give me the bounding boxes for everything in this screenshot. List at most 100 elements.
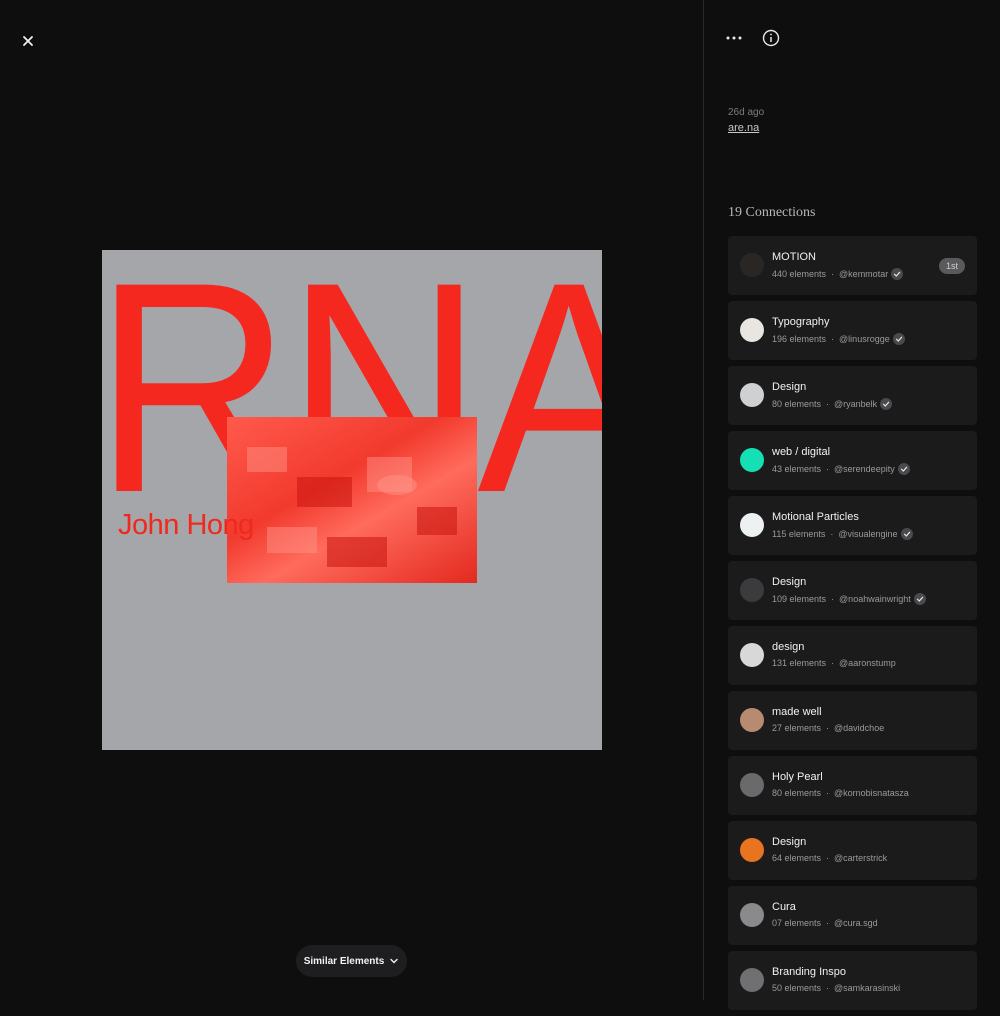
artwork-photo xyxy=(227,417,477,583)
connection-card[interactable]: Motional Particles 115 elements · @visualen… xyxy=(728,496,977,555)
connection-card[interactable]: made well 27 elements · @davidchoe xyxy=(728,691,977,750)
channel-owner[interactable]: @cura.sgd xyxy=(834,918,878,928)
channel-owner[interactable]: @carterstrick xyxy=(834,853,887,863)
channel-meta: 64 elements · @carterstrick xyxy=(772,853,887,863)
similar-elements-button[interactable]: Similar Elements xyxy=(296,945,407,977)
avatar xyxy=(740,643,764,667)
avatar xyxy=(740,903,764,927)
channel-meta: 50 elements · @samkarasinski xyxy=(772,983,900,993)
channel-name: Holy Pearl xyxy=(772,771,823,783)
separator-dot: · xyxy=(826,464,830,474)
connection-card[interactable]: Holy Pearl 80 elements · @kornobisnatasza xyxy=(728,756,977,815)
channel-owner[interactable]: @davidchoe xyxy=(834,723,884,733)
channel-owner[interactable]: @kemmotar xyxy=(839,269,888,279)
connections-list: MOTION 440 elements · @kemmotar 1st Typograph… xyxy=(728,236,977,1016)
connection-badge: 1st xyxy=(938,258,965,274)
channel-owner[interactable]: @samkarasinski xyxy=(834,983,900,993)
element-count: 64 elements xyxy=(772,853,822,863)
channel-name: Design xyxy=(772,836,807,848)
channel-owner[interactable]: @aaronstump xyxy=(839,658,896,668)
avatar xyxy=(740,448,764,472)
avatar xyxy=(740,513,764,537)
verified-icon xyxy=(880,398,893,410)
close-icon xyxy=(23,36,33,46)
channel-name: Branding Inspo xyxy=(772,966,846,978)
separator-dot: · xyxy=(826,788,830,798)
avatar xyxy=(740,838,764,862)
element-count: 43 elements xyxy=(772,464,822,474)
channel-meta: 115 elements · @visualengine xyxy=(772,528,913,540)
channel-name: Cura xyxy=(772,901,796,913)
element-count: 50 elements xyxy=(772,983,822,993)
separator-dot: · xyxy=(831,594,835,604)
connection-card[interactable]: design 131 elements · @aaronstump xyxy=(728,626,977,685)
added-time: 26d ago xyxy=(728,107,765,118)
avatar xyxy=(740,578,764,602)
element-count: 27 elements xyxy=(772,723,822,733)
verified-icon xyxy=(913,593,926,605)
similar-elements-label: Similar Elements xyxy=(303,955,385,967)
element-count: 115 elements xyxy=(772,529,826,539)
avatar xyxy=(740,773,764,797)
channel-name: design xyxy=(772,641,805,653)
channel-name: Design xyxy=(772,381,807,393)
channel-meta: 196 elements · @linusrogge xyxy=(772,333,905,345)
info-icon xyxy=(762,29,780,47)
verified-icon xyxy=(891,268,904,280)
element-count: 80 elements xyxy=(772,399,822,409)
verified-icon xyxy=(897,463,910,475)
avatar xyxy=(740,318,764,342)
chevron-down-icon xyxy=(390,958,398,964)
channel-meta: 80 elements · @kornobisnatasza xyxy=(772,788,909,798)
artwork-name: John Hong xyxy=(118,509,254,541)
channel-name: Typography xyxy=(772,316,830,328)
avatar xyxy=(740,708,764,732)
connection-card[interactable]: web / digital 43 elements · @serendeepity xyxy=(728,431,977,490)
channel-meta: 80 elements · @ryanbelk xyxy=(772,398,893,410)
avatar xyxy=(740,253,764,277)
connection-card[interactable]: Typography 196 elements · @linusrogge xyxy=(728,301,977,360)
avatar xyxy=(740,968,764,992)
separator-dot: · xyxy=(831,658,835,668)
channel-name: MOTION xyxy=(772,251,816,263)
connection-card[interactable]: Design 80 elements · @ryanbelk xyxy=(728,366,977,425)
separator-dot: · xyxy=(826,399,830,409)
channel-name: Motional Particles xyxy=(772,511,859,523)
channel-name: Design xyxy=(772,576,807,588)
element-count: 440 elements xyxy=(772,269,827,279)
connection-card[interactable]: Design 64 elements · @carterstrick xyxy=(728,821,977,880)
connection-card[interactable]: Cura 07 elements · @cura.sgd xyxy=(728,886,977,945)
connection-card[interactable]: MOTION 440 elements · @kemmotar 1st xyxy=(728,236,977,295)
channel-owner[interactable]: @visualengine xyxy=(838,529,897,539)
channel-meta: 27 elements · @davidchoe xyxy=(772,723,884,733)
separator-dot: · xyxy=(831,269,835,279)
element-count: 07 elements xyxy=(772,918,822,928)
channel-owner[interactable]: @serendeepity xyxy=(834,464,895,474)
separator-dot: · xyxy=(826,723,830,733)
separator-dot: · xyxy=(830,529,834,539)
more-icon xyxy=(726,36,742,40)
close-button[interactable] xyxy=(17,30,39,52)
connection-card[interactable]: Design 109 elements · @noahwainwright xyxy=(728,561,977,620)
channel-meta: 131 elements · @aaronstump xyxy=(772,658,896,668)
channel-owner[interactable]: @ryanbelk xyxy=(834,399,877,409)
image-viewer: RNA John Hong Similar Elements xyxy=(0,0,703,1000)
channel-meta: 109 elements · @noahwainwright xyxy=(772,593,926,605)
channel-owner[interactable]: @linusrogge xyxy=(839,334,890,344)
more-options-button[interactable] xyxy=(724,28,744,48)
element-count: 80 elements xyxy=(772,788,822,798)
artwork-image: RNA John Hong xyxy=(102,250,602,750)
element-count: 109 elements xyxy=(772,594,827,604)
channel-name: web / digital xyxy=(772,446,831,458)
info-button[interactable] xyxy=(761,28,781,48)
channel-owner[interactable]: @kornobisnatasza xyxy=(834,788,909,798)
channel-owner[interactable]: @noahwainwright xyxy=(839,594,911,604)
details-panel: 26d ago are.na 19 Connections MOTION 440 … xyxy=(703,0,1000,1010)
channel-name: made well xyxy=(772,706,822,718)
avatar xyxy=(740,383,764,407)
channel-meta: 43 elements · @serendeepity xyxy=(772,463,910,475)
connection-card[interactable]: Branding Inspo 50 elements · @samkarasinski xyxy=(728,951,977,1010)
source-link[interactable]: are.na xyxy=(728,122,759,134)
connections-title: 19 Connections xyxy=(728,205,816,220)
verified-icon xyxy=(900,528,913,540)
